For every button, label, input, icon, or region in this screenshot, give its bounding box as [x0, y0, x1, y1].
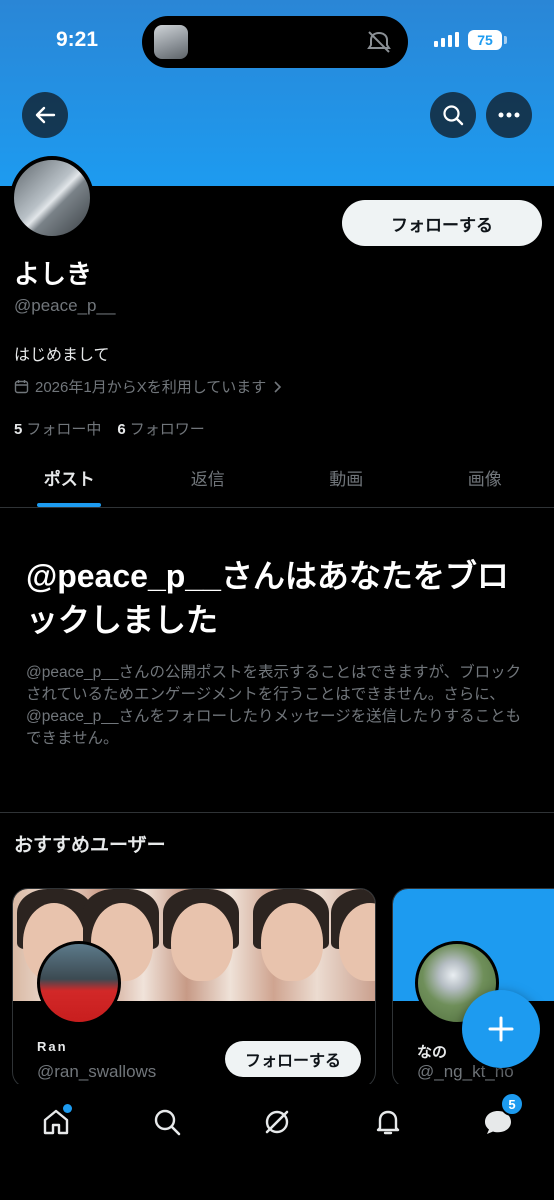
- profile-bio: はじめまして: [14, 347, 110, 364]
- blocked-description: @peace_p__さんの公開ポストを表示することはできますが、ブロックされてい…: [26, 664, 522, 747]
- dynamic-island[interactable]: [142, 16, 408, 68]
- follow-button[interactable]: フォローする: [342, 200, 542, 246]
- now-playing-thumbnail: [154, 25, 188, 59]
- messages-badge: 5: [500, 1092, 524, 1116]
- user-avatar[interactable]: [37, 941, 121, 1025]
- home-notification-dot: [63, 1104, 72, 1113]
- bell-icon: [376, 1110, 400, 1135]
- suggested-user-handle: @ran_swallows: [37, 1062, 157, 1081]
- following-label: フォロー中: [26, 421, 102, 438]
- following-link[interactable]: 5 フォロー中: [14, 418, 101, 439]
- plus-icon: [488, 1016, 514, 1042]
- profile-avatar[interactable]: [10, 156, 94, 240]
- followers-label: フォロワー: [129, 421, 205, 438]
- back-arrow-icon: [35, 106, 56, 124]
- tab-images[interactable]: 画像: [416, 448, 554, 507]
- battery-indicator: 75: [468, 30, 502, 50]
- suggested-follow-button[interactable]: フォローする: [225, 1041, 361, 1077]
- tab-videos[interactable]: 動画: [277, 448, 416, 507]
- suggested-user-card[interactable]: Ran @ran_swallows フォローする: [12, 888, 376, 1088]
- explore-icon: [154, 1109, 181, 1136]
- nav-home[interactable]: [32, 1098, 80, 1146]
- tab-posts[interactable]: ポスト: [0, 448, 139, 507]
- search-button[interactable]: [430, 92, 476, 138]
- suggested-user-name: Ran: [37, 1039, 68, 1054]
- profile-tabs: ポスト 返信 動画 画像: [0, 448, 554, 508]
- joined-date[interactable]: 2026年1月からXを利用しています: [14, 376, 282, 397]
- blocked-title: @peace_p__さんはあなたをブロックしました: [26, 558, 509, 638]
- signal-icon: [434, 32, 459, 47]
- search-icon: [443, 105, 464, 126]
- profile-name: よしき: [14, 259, 93, 289]
- profile-handle: @peace_p__: [14, 296, 116, 315]
- suggested-user-name: なの: [417, 1044, 448, 1061]
- followers-link[interactable]: 6 フォロワー: [117, 418, 204, 439]
- section-divider: [0, 812, 554, 813]
- mute-icon: [367, 31, 391, 53]
- nav-messages[interactable]: 5: [474, 1092, 524, 1146]
- follow-counts: 5 フォロー中 6 フォロワー: [14, 418, 205, 439]
- nav-grok[interactable]: [253, 1098, 301, 1146]
- joined-text: 2026年1月からXを利用しています: [35, 379, 267, 396]
- suggestions-title: おすすめユーザー: [14, 835, 166, 856]
- back-button[interactable]: [22, 92, 68, 138]
- more-button[interactable]: [486, 92, 532, 138]
- compose-button[interactable]: [462, 990, 540, 1068]
- tab-replies[interactable]: 返信: [139, 448, 278, 507]
- bottom-navigation: 5: [0, 1084, 554, 1200]
- chevron-right-icon: [274, 380, 282, 393]
- nav-notifications[interactable]: [364, 1098, 412, 1146]
- battery-tip: [504, 36, 507, 44]
- calendar-icon: [14, 380, 29, 394]
- following-count: 5: [14, 421, 23, 438]
- followers-count: 6: [117, 421, 126, 438]
- suggested-user-card[interactable]: なの @_ng_kt_no: [392, 888, 554, 1088]
- status-time: 9:21: [56, 28, 99, 51]
- grok-icon: [265, 1110, 289, 1134]
- nav-explore[interactable]: [143, 1098, 191, 1146]
- more-icon: [498, 112, 520, 118]
